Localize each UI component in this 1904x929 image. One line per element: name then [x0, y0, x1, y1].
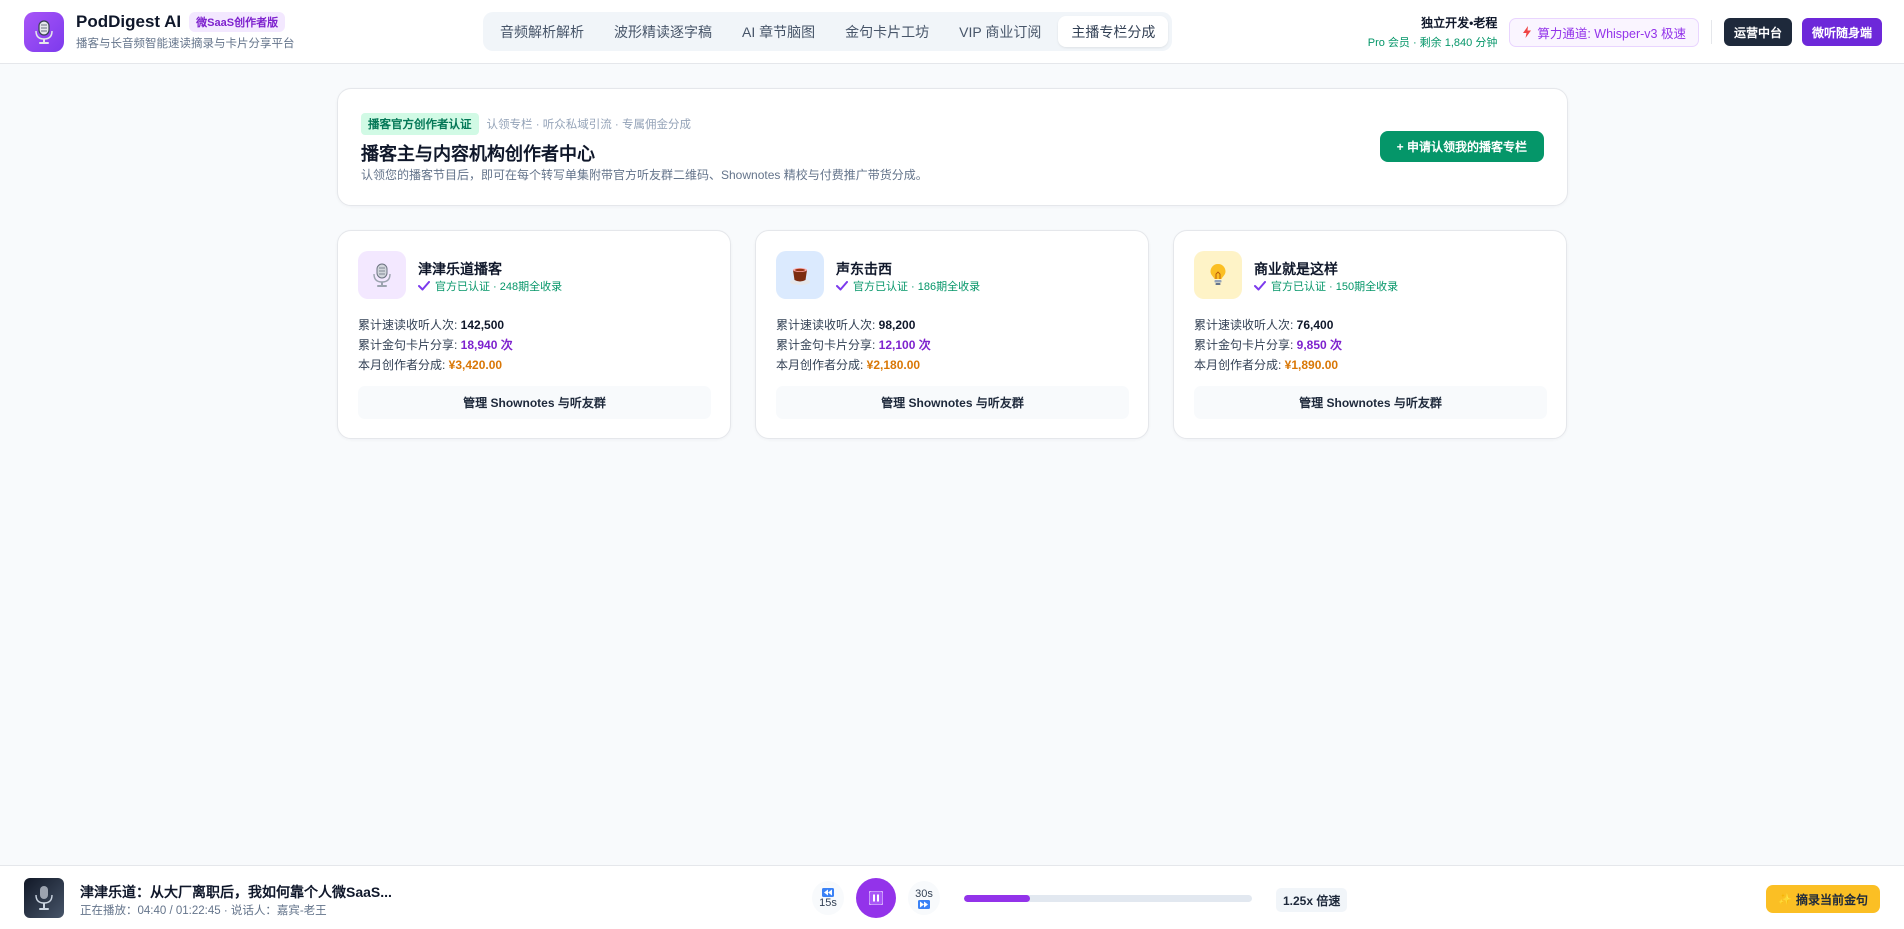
- verification-status: 官方已认证 · 248期全收录: [418, 278, 562, 294]
- stat-listeners: 累计速读收听人次: 142,500: [358, 315, 513, 335]
- pause-icon: [869, 891, 883, 905]
- stat-value: 12,100 次: [878, 338, 931, 352]
- play-pause-button[interactable]: [856, 878, 896, 918]
- manage-shownotes-button[interactable]: 管理 Shownotes 与听友群: [1194, 386, 1547, 419]
- page-title: 播客主与内容机构创作者中心: [361, 144, 595, 164]
- tab-quote-card-studio[interactable]: 金句卡片工坊: [832, 16, 942, 47]
- page-description: 认领您的播客节目后，即可在每个转写单集附带官方听友群二维码、Shownotes …: [361, 168, 928, 182]
- stat-label: 本月创作者分成:: [1194, 358, 1285, 372]
- stat-shares: 累计金句卡片分享: 9,850 次: [1194, 335, 1342, 355]
- sparkle-icon: ✨: [1778, 893, 1792, 906]
- stat-shares: 累计金句卡片分享: 18,940 次: [358, 335, 513, 355]
- playback-speed-button[interactable]: 1.25x 倍速: [1276, 888, 1348, 912]
- certification-benefits: 认领专栏 · 听众私域引流 · 专属佣金分成: [486, 119, 691, 131]
- capture-quote-button[interactable]: ✨ 摘录当前金句: [1766, 885, 1880, 913]
- stat-shares: 累计金句卡片分享: 12,100 次: [776, 335, 931, 355]
- app-logo-microphone-icon[interactable]: [24, 11, 64, 52]
- mobile-app-button[interactable]: 微听随身端: [1801, 18, 1882, 46]
- podcast-name: 声东击西: [836, 261, 892, 277]
- stat-value: 76,400: [1296, 318, 1334, 332]
- certification-tag: 播客官方创作者认证: [361, 113, 479, 135]
- stat-label: 本月创作者分成:: [358, 358, 449, 372]
- playback-meta: 正在播放：04:40 / 01:22:45 · 说话人：嘉宾-老王: [80, 905, 327, 917]
- header-divider: [1710, 20, 1712, 44]
- stat-revenue: 本月创作者分成: ¥3,420.00: [358, 355, 513, 375]
- app-subtitle: 播客与长音频智能速读摘录与卡片分享平台: [76, 38, 295, 50]
- fast-forward-icon: [918, 899, 930, 909]
- verification-status: 官方已认证 · 186期全收录: [836, 278, 980, 294]
- check-icon: [836, 281, 848, 291]
- tab-vip-subscription[interactable]: VIP 商业订阅: [946, 16, 1054, 47]
- verification-status: 官方已认证 · 150期全收录: [1254, 278, 1398, 294]
- stat-label: 累计速读收听人次:: [358, 318, 461, 332]
- audio-player-bar: 津津乐道：从大厂离职后，我如何靠个人微SaaS... 正在播放：04:40 / …: [0, 865, 1904, 929]
- stat-value: ¥2,180.00: [866, 358, 921, 372]
- user-info[interactable]: 独立开发•老程 Pro 会员 · 剩余 1,840 分钟: [1368, 14, 1498, 50]
- podcast-card: 声东击西 官方已认证 · 186期全收录 累计速读收听人次: 98,200 累计…: [755, 230, 1149, 439]
- stat-label: 本月创作者分成:: [776, 358, 867, 372]
- stat-value: 9,850 次: [1296, 338, 1343, 352]
- stat-value: ¥1,890.00: [1284, 358, 1339, 372]
- stat-label: 累计金句卡片分享:: [1194, 338, 1297, 352]
- apply-claim-podcast-button[interactable]: + 申请认领我的播客专栏: [1379, 131, 1544, 162]
- verification-label: 官方已认证 · 248期全收录: [435, 281, 563, 293]
- stat-value: 142,500: [460, 318, 505, 332]
- brand: PodDigest AI 微SaaS创作者版 播客与长音频智能速读摘录与卡片分享…: [24, 11, 484, 52]
- podcast-name: 津津乐道播客: [418, 261, 502, 277]
- playback-progress-bar[interactable]: [964, 895, 1252, 902]
- tab-creator-revenue-share[interactable]: 主播专栏分成: [1058, 16, 1169, 47]
- podcast-cards: 津津乐道播客 官方已认证 · 248期全收录 累计速读收听人次: 142,500…: [337, 230, 1568, 439]
- check-icon: [418, 281, 430, 291]
- podcast-card: 津津乐道播客 官方已认证 · 248期全收录 累计速读收听人次: 142,500…: [337, 230, 731, 439]
- forward-label: 30s: [915, 887, 933, 900]
- podcast-card: 商业就是这样 官方已认证 · 150期全收录 累计速读收听人次: 76,400 …: [1173, 230, 1567, 439]
- stat-label: 累计金句卡片分享:: [358, 338, 461, 352]
- lightning-icon: [1523, 26, 1532, 38]
- episode-cover[interactable]: [24, 878, 64, 918]
- capture-quote-label: 摘录当前金句: [1795, 892, 1868, 907]
- creator-center-banner: 播客官方创作者认证 认领专栏 · 听众私域引流 · 专属佣金分成 播客主与内容机…: [337, 88, 1568, 206]
- manage-shownotes-button[interactable]: 管理 Shownotes 与听友群: [358, 386, 711, 419]
- ops-console-button[interactable]: 运营中台: [1723, 18, 1792, 46]
- compute-engine-selector[interactable]: 算力通道: Whisper-v3 极速: [1509, 17, 1699, 47]
- coffee-icon: [776, 251, 824, 299]
- microphone-icon: [358, 251, 406, 299]
- stat-label: 累计速读收听人次:: [776, 318, 879, 332]
- top-header: PodDigest AI 微SaaS创作者版 播客与长音频智能速读摘录与卡片分享…: [0, 0, 1904, 64]
- tab-audio-analysis[interactable]: 音频解析解析: [487, 16, 597, 47]
- tab-ai-chapter-mindmap[interactable]: AI 章节脑图: [729, 16, 828, 47]
- stat-listeners: 累计速读收听人次: 98,200: [776, 315, 931, 335]
- user-name: 独立开发•老程: [1421, 16, 1498, 30]
- compute-engine-label: 算力通道: Whisper-v3 极速: [1537, 26, 1686, 41]
- edition-badge: 微SaaS创作者版: [189, 12, 286, 32]
- check-icon: [1254, 281, 1266, 291]
- lightbulb-icon: [1194, 251, 1242, 299]
- stat-listeners: 累计速读收听人次: 76,400: [1194, 315, 1342, 335]
- stat-value: 98,200: [878, 318, 916, 332]
- rewind-15s-button[interactable]: 15s: [812, 881, 844, 915]
- stat-value: 18,940 次: [460, 338, 513, 352]
- episode-title: 津津乐道：从大厂离职后，我如何靠个人微SaaS...: [80, 884, 392, 900]
- stat-revenue: 本月创作者分成: ¥2,180.00: [776, 355, 931, 375]
- rewind-label: 15s: [819, 896, 837, 909]
- stat-label: 累计金句卡片分享:: [776, 338, 879, 352]
- verification-label: 官方已认证 · 186期全收录: [853, 281, 981, 293]
- stat-revenue: 本月创作者分成: ¥1,890.00: [1194, 355, 1342, 375]
- playback-progress-fill: [964, 895, 1031, 902]
- manage-shownotes-button[interactable]: 管理 Shownotes 与听友群: [776, 386, 1129, 419]
- app-name: PodDigest AI: [76, 12, 182, 31]
- header-actions: 独立开发•老程 Pro 会员 · 剩余 1,840 分钟 算力通道: Whisp…: [1368, 14, 1882, 50]
- stat-value: ¥3,420.00: [448, 358, 503, 372]
- podcast-name: 商业就是这样: [1254, 261, 1338, 277]
- main-nav: 音频解析解析 波形精读逐字稿 AI 章节脑图 金句卡片工坊 VIP 商业订阅 主…: [483, 12, 1173, 51]
- rewind-icon: [822, 887, 834, 897]
- tab-waveform-transcript[interactable]: 波形精读逐字稿: [601, 16, 725, 47]
- forward-30s-button[interactable]: 30s: [908, 881, 940, 915]
- membership-status: Pro 会员 · 剩余 1,840 分钟: [1367, 37, 1498, 49]
- stat-label: 累计速读收听人次:: [1194, 318, 1297, 332]
- verification-label: 官方已认证 · 150期全收录: [1271, 281, 1399, 293]
